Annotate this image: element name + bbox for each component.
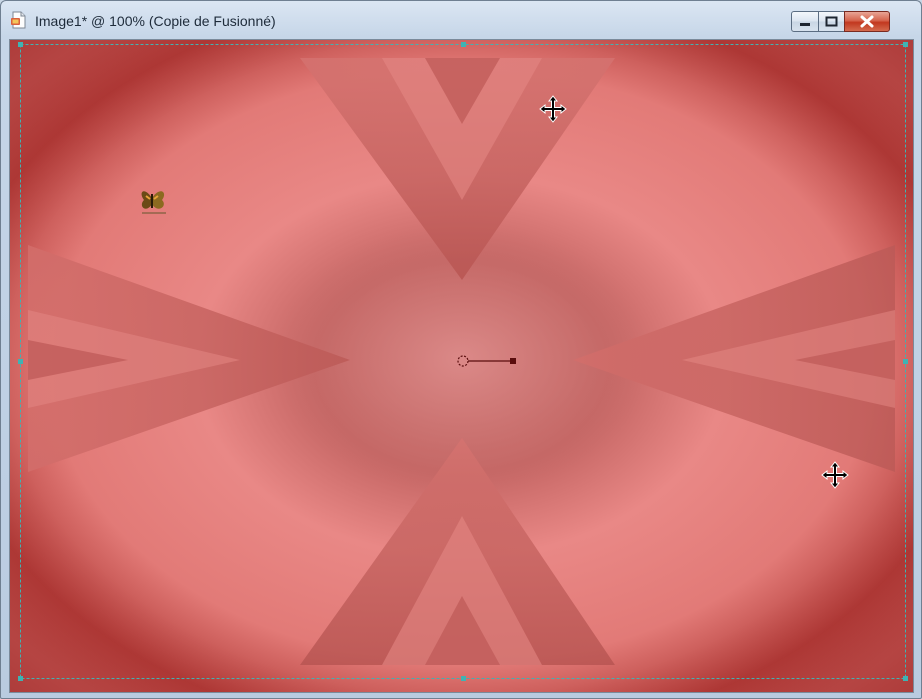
handle-top-right[interactable] [903,42,908,47]
handle-bottom[interactable] [461,676,466,681]
image-window: Image1* @ 100% (Copie de Fusionné) [0,0,922,699]
handle-top[interactable] [461,42,466,47]
minimize-icon [800,23,810,26]
maximize-icon [825,16,838,27]
title-bar[interactable]: Image1* @ 100% (Copie de Fusionné) [1,1,921,39]
handle-bottom-right[interactable] [903,676,908,681]
handle-bottom-left[interactable] [18,676,23,681]
minimize-button[interactable] [791,11,819,32]
close-button[interactable] [844,11,890,32]
image-canvas[interactable] [9,39,914,693]
canvas-artwork[interactable] [10,40,913,692]
close-icon [860,15,874,28]
psp-document-icon[interactable] [11,11,27,29]
maximize-button[interactable] [818,11,845,32]
handle-right[interactable] [903,359,908,364]
handle-top-left[interactable] [18,42,23,47]
handle-left[interactable] [18,359,23,364]
window-title: Image1* @ 100% (Copie de Fusionné) [35,13,276,29]
